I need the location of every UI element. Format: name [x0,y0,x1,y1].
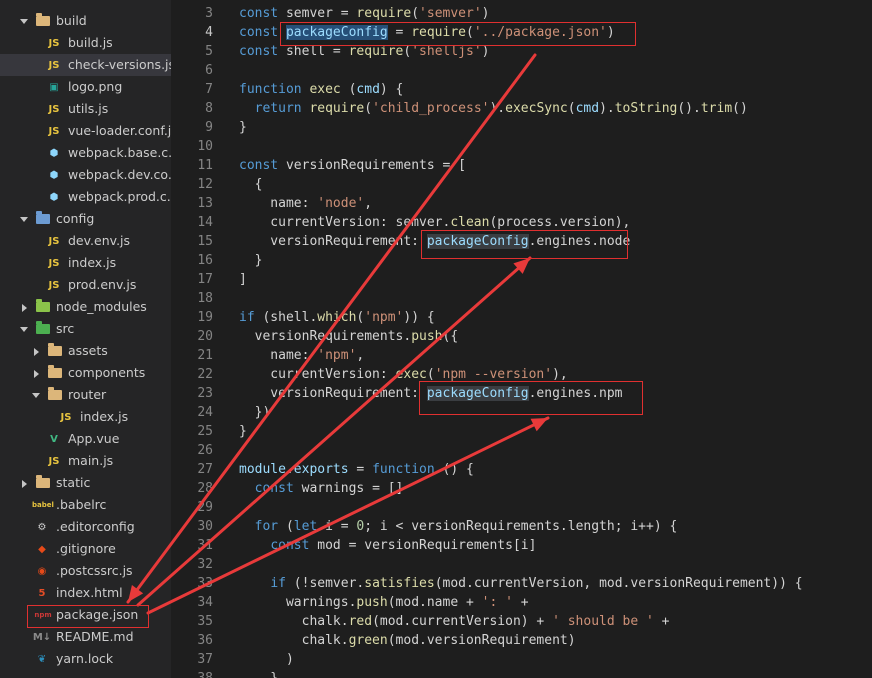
arrow-package-json-to-line23 [146,416,550,615]
annotation-overlay [126,53,550,615]
highlight-box-line4 [280,22,636,46]
arrow-package-json-to-line15 [136,256,532,607]
arrow-line4-to-package-json [126,53,537,604]
highlight-box-package-json [27,605,149,628]
highlight-box-line15 [421,230,628,259]
highlight-box-line23 [419,381,643,415]
